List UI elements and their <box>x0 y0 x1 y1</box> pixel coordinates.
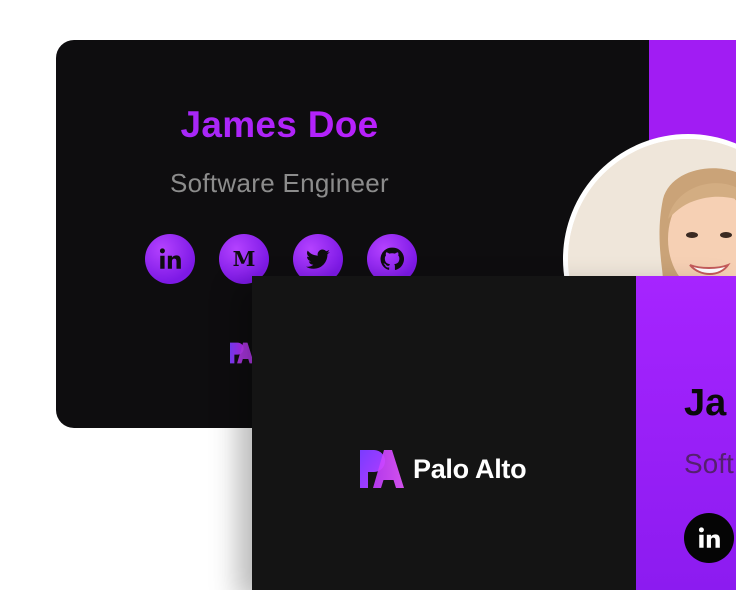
brand-logo: Palo Alto <box>360 450 527 488</box>
person-name-front: Ja <box>684 382 727 424</box>
brand-name: Palo Alto <box>413 453 527 484</box>
company-logo-small <box>230 342 254 369</box>
person-name: James Doe <box>56 104 503 146</box>
svg-text:M: M <box>233 247 256 271</box>
email-signature-card-front: Palo Alto Ja Soft <box>252 276 736 590</box>
person-role: Software Engineer <box>169 168 389 198</box>
linkedin-icon[interactable] <box>684 513 734 563</box>
linkedin-icon[interactable] <box>145 234 195 284</box>
palo-alto-logo-icon <box>360 450 404 488</box>
person-role-front: Soft <box>684 448 734 479</box>
